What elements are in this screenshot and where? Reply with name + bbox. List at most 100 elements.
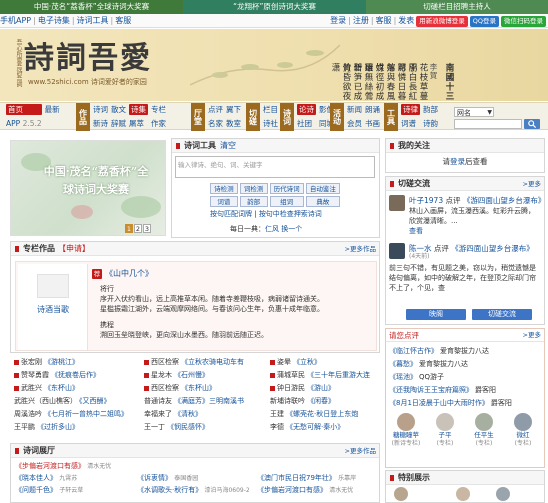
nav-link[interactable]: 新诗 [93, 117, 108, 131]
match-cipai-link[interactable]: 按句匹配词牌 [210, 210, 252, 218]
nav-link[interactable]: 社团 [297, 117, 316, 131]
person-card[interactable]: 微红 (专栏) [505, 413, 541, 448]
slide-page-3[interactable]: 3 [143, 224, 151, 233]
avatar[interactable] [394, 487, 408, 501]
list-item[interactable]: 王建 《螺壳花·秋日登上东炮 [270, 408, 358, 420]
login-link[interactable]: 登录 [330, 14, 346, 28]
nav-link[interactable]: 专栏 [151, 103, 166, 117]
support-link[interactable]: 客服 [376, 14, 392, 28]
list-item[interactable]: 钟日游民 《游山》 [270, 382, 335, 394]
wechat-login-button[interactable]: 微信扫码登录 [501, 15, 546, 27]
review-item[interactable]: 《临江怀古作》 爱育黎拔力八达 [389, 346, 543, 357]
tool-button[interactable]: 典故 [305, 196, 340, 207]
nav-big-poetry[interactable]: 诗词 [280, 103, 294, 131]
nav-link[interactable]: 诗律 [401, 104, 420, 115]
publish-link[interactable]: 发表 [398, 14, 414, 28]
nav-link[interactable]: 名家 [208, 117, 223, 131]
hall-item[interactable]: 《步偏岩河渡口有感》 清水无忧 [257, 485, 353, 496]
tools-link[interactable]: 诗词工具 [77, 16, 109, 25]
nav-link[interactable]: 书画 [365, 117, 380, 131]
nav-home[interactable]: 首页 [6, 104, 42, 115]
hall-item[interactable]: 《澳门市民日祝79年壮》 乐靠岸 [257, 473, 356, 484]
search-type-select[interactable]: 网名 ▼ [454, 107, 494, 117]
nav-link[interactable]: 韵部 [423, 103, 438, 117]
review-item[interactable]: 《8月1日凌晨于山中大雨时作》 爵客阳 [389, 398, 543, 409]
featured-more-link[interactable]: >更多作品 [345, 242, 376, 255]
list-item[interactable]: 李德 《无愁可解·秦小》 [270, 421, 344, 433]
list-item[interactable]: 普通诗友 《满庭芳》三明南溪书 [144, 395, 244, 407]
featured-author[interactable]: 诗酒当歌 [18, 304, 88, 315]
avatar[interactable] [389, 195, 405, 211]
nav-link[interactable]: 诗社 [263, 117, 278, 131]
nav-link[interactable]: 诗韵 [423, 117, 438, 131]
tool-button[interactable]: 历代诗词 [269, 183, 304, 194]
qq-login-button[interactable]: QQ登录 [469, 15, 499, 27]
avatar[interactable] [389, 243, 405, 259]
nav-link[interactable]: 教室 [226, 117, 241, 131]
hall-item[interactable]: 《诉衷情》 泰国香园 [137, 473, 198, 484]
review-item[interactable]: 《瑶池》 QQ游子 [389, 372, 543, 383]
tool-button[interactable]: 韵部 [239, 196, 268, 207]
nav-link[interactable]: 论诗 [297, 104, 316, 115]
exchange-button[interactable]: 映阁 [406, 309, 466, 320]
nav-link[interactable]: 翼下 [226, 103, 241, 117]
tool-button[interactable]: 自动鉴注 [305, 183, 340, 194]
exchange-more-link[interactable]: >更多 [523, 177, 541, 190]
tools-textarea[interactable]: 输入律诗、绝句、词、关键字 [175, 156, 375, 178]
avatar[interactable] [496, 487, 510, 501]
person-card[interactable]: 糖糖瞳苹 (新诗专栏) [388, 413, 424, 448]
nav-link[interactable]: 会员 [347, 117, 362, 131]
list-item[interactable]: 王一丁 《悯民感怀》 [144, 421, 209, 433]
site-logo[interactable]: 詩詞吾愛 [24, 41, 152, 77]
slide-page-1[interactable]: 1 [125, 224, 133, 233]
slide-page-2[interactable]: 2 [134, 224, 142, 233]
hall-item[interactable]: 《问题千色》 子轩云草 [15, 485, 83, 496]
nav-link[interactable]: 散文 [111, 103, 126, 117]
review-item[interactable]: 《暮愁》 爱育黎拔力八达 [389, 359, 543, 370]
nav-big-tools[interactable]: 工具 [384, 103, 398, 131]
promo-link-3[interactable]: 切磋栏目招聘主持人 [366, 0, 548, 14]
exchange-work[interactable]: 《游四面山望乡台瀑布》 [463, 196, 546, 205]
exchange-button[interactable]: 切磋交流 [472, 309, 532, 320]
exchange-user[interactable]: 叶子1973 [409, 196, 443, 205]
nav-big-events[interactable]: 活动 [330, 103, 344, 131]
person-card[interactable]: 子平 (专栏) [427, 413, 463, 448]
clear-link[interactable]: 清空 [220, 141, 236, 150]
daily-allusion-refresh[interactable]: 换一个 [281, 225, 302, 233]
hall-item[interactable]: 《步偏岩河渡口有感》 清水无忧 [15, 461, 111, 472]
list-item[interactable]: 新埔诗联吟 《闲春》 [270, 395, 335, 407]
list-item[interactable]: 西区检察 《立秋农骑电动车有 [144, 356, 244, 368]
list-item[interactable]: 武胜兴 《东杯山》 [14, 382, 79, 394]
list-item[interactable]: 赞琴勇霞 《抚痕卷后作》 [14, 369, 100, 381]
review-item[interactable]: 《还我陶诉王王宝府篇照》 爵客阳 [389, 385, 543, 396]
service-link[interactable]: 客服 [115, 16, 131, 25]
tool-button[interactable]: 词谱 [210, 196, 238, 207]
exchange-more[interactable]: 查看 [409, 226, 541, 236]
reviews-more-link[interactable]: >更多 [523, 329, 541, 342]
list-item[interactable]: 幸福来了 《清秋》 [144, 408, 202, 420]
nav-link[interactable]: 点评 [208, 103, 223, 117]
list-item[interactable]: 西区检察 《东杯山》 [144, 382, 216, 394]
list-item[interactable]: 武胜兴（西山樵客） 《又西酬》 [14, 395, 111, 407]
author-photo[interactable] [37, 274, 69, 298]
nav-link[interactable]: 屠萃 [129, 117, 148, 131]
search-button[interactable] [524, 119, 540, 129]
nav-link[interactable]: 辞赋 [111, 117, 126, 131]
nav-link[interactable]: 朗诵 [365, 103, 380, 117]
daily-allusion-item[interactable]: 仁风 [265, 225, 279, 233]
nav-link[interactable]: 诗集 [129, 104, 148, 115]
nav-big-exchange[interactable]: 切磋 [246, 103, 260, 131]
tool-button[interactable]: 诗检测 [210, 183, 238, 194]
list-item[interactable]: 王平鹏 《过折多山》 [14, 421, 79, 433]
follow-login-link[interactable]: 登录 [450, 157, 465, 166]
nav-link[interactable]: 词谱 [401, 117, 420, 131]
search-input[interactable] [454, 119, 522, 129]
promo-link-2[interactable]: “龙翔杯”原创诗词大奖赛 [183, 0, 366, 14]
nav-link[interactable]: 新闻 [347, 103, 362, 117]
list-item[interactable]: 蒲城草民 《三十年后重游大连 [270, 369, 370, 381]
search-poems-link[interactable]: 按句中检查押索诗词 [259, 210, 322, 218]
nav-link[interactable]: 诗词 [93, 103, 108, 117]
featured-apply-link[interactable]: 【申请】 [58, 244, 90, 253]
nav-link[interactable]: 栏目 [263, 103, 278, 117]
promo-link-1[interactable]: 中国·茂名“荔香杯”全球诗词大奖赛 [0, 0, 183, 14]
